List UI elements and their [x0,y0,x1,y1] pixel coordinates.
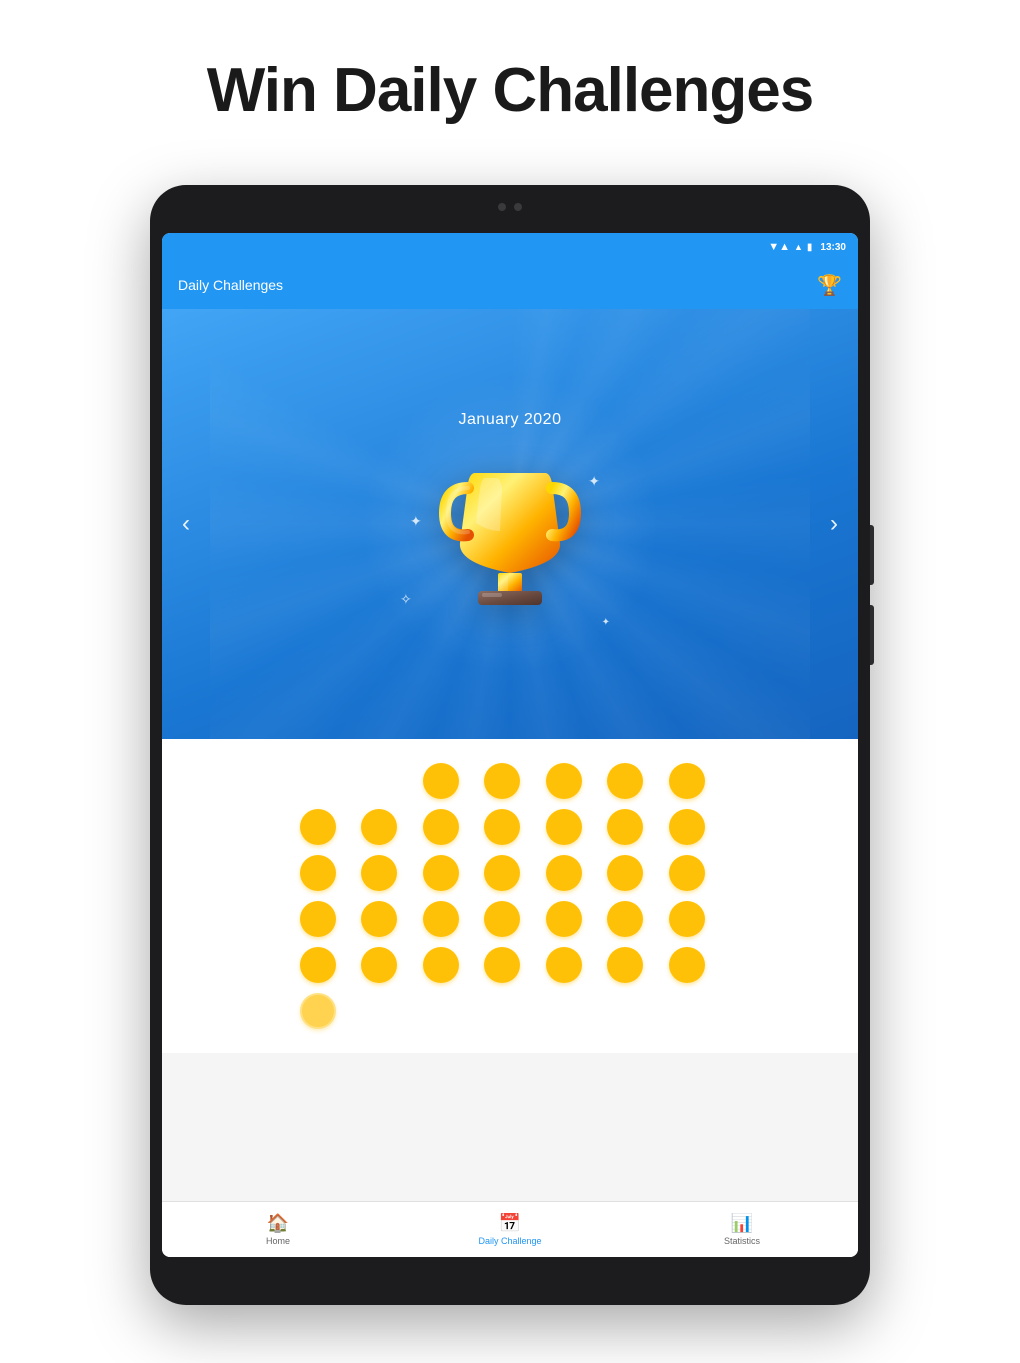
calendar-dot[interactable] [300,809,336,845]
calendar-dot[interactable] [669,855,705,891]
statistics-icon: 📊 [731,1213,753,1234]
dot-grid [300,763,720,1029]
calendar-dot[interactable] [669,947,705,983]
app-bar-title: Daily Challenges [178,277,283,293]
sparkle-2: ✦ [588,473,600,490]
calendar-dot[interactable] [546,947,582,983]
dot-empty [546,993,582,1029]
calendar-dot[interactable] [423,901,459,937]
prev-month-button[interactable]: ‹ [182,510,190,538]
page-title: Win Daily Challenges [0,0,1020,166]
dot-empty [361,763,397,799]
calendar-dot[interactable] [669,809,705,845]
month-label: January 2020 [459,411,562,429]
dot-empty [300,763,336,799]
calendar-dot[interactable] [423,763,459,799]
calendar-dot[interactable] [546,763,582,799]
calendar-dot[interactable] [484,901,520,937]
calendar-dot[interactable] [300,855,336,891]
calendar-section [162,739,858,1053]
status-time: 13:30 [820,242,846,253]
nav-label-daily-challenge: Daily Challenge [478,1236,541,1246]
calendar-dot[interactable] [546,855,582,891]
calendar-dot[interactable] [484,809,520,845]
nav-item-statistics[interactable]: 📊 Statistics [626,1213,858,1246]
nav-label-home: Home [266,1236,290,1246]
calendar-dot[interactable] [546,901,582,937]
nav-label-statistics: Statistics [724,1236,760,1246]
camera-dot-2 [514,203,522,211]
signal-icon: ▲ [794,242,803,252]
app-bar-trophy-icon[interactable]: 🏆 [817,273,842,298]
tablet-screen: ▼▲ ▲ ▮ 13:30 Daily Challenges 🏆 ‹ Januar… [162,233,858,1257]
trophy-svg [430,453,590,633]
calendar-dot[interactable] [361,901,397,937]
sparkle-3: ✧ [400,591,412,608]
tablet-device: ▼▲ ▲ ▮ 13:30 Daily Challenges 🏆 ‹ Januar… [150,185,870,1305]
battery-icon: ▮ [807,242,813,253]
dot-empty [607,993,643,1029]
sparkle-4: ✦ [602,617,610,628]
calendar-dot[interactable] [669,763,705,799]
bottom-nav: 🏠 Home 📅 Daily Challenge 📊 Statistics [162,1201,858,1257]
dot-empty [484,993,520,1029]
status-icons: ▼▲ ▲ ▮ 13:30 [768,241,846,253]
calendar-dot[interactable] [484,947,520,983]
calendar-dot-current[interactable] [300,993,336,1029]
calendar-dot[interactable] [546,809,582,845]
calendar-dot[interactable] [361,855,397,891]
calendar-dot[interactable] [300,901,336,937]
side-button-2 [870,605,874,665]
calendar-dot[interactable] [361,947,397,983]
hero-section: ‹ January 2020 [162,309,858,739]
calendar-dot[interactable] [607,901,643,937]
calendar-dot[interactable] [607,947,643,983]
side-button-1 [870,525,874,585]
camera-dot-1 [498,203,506,211]
app-bar: Daily Challenges 🏆 [162,261,858,309]
home-icon: 🏠 [267,1213,289,1234]
next-month-button[interactable]: › [830,510,838,538]
dot-empty [423,993,459,1029]
calendar-dot[interactable] [484,855,520,891]
tablet-camera [498,203,522,211]
calendar-dot[interactable] [361,809,397,845]
daily-challenge-icon: 📅 [499,1213,521,1234]
calendar-dot[interactable] [423,855,459,891]
calendar-dot[interactable] [484,763,520,799]
wifi-icon: ▼▲ [768,241,790,253]
sparkle-1: ✦ [410,513,422,530]
calendar-dot[interactable] [607,763,643,799]
calendar-dot[interactable] [300,947,336,983]
status-bar: ▼▲ ▲ ▮ 13:30 [162,233,858,261]
calendar-dot[interactable] [423,809,459,845]
dot-empty [669,993,705,1029]
calendar-dot[interactable] [607,855,643,891]
dot-empty [361,993,397,1029]
calendar-dot[interactable] [669,901,705,937]
nav-item-daily-challenge[interactable]: 📅 Daily Challenge [394,1213,626,1246]
calendar-dot[interactable] [423,947,459,983]
calendar-dot[interactable] [607,809,643,845]
nav-item-home[interactable]: 🏠 Home [162,1213,394,1246]
trophy-container: ✦ ✦ ✧ ✦ [430,453,590,638]
